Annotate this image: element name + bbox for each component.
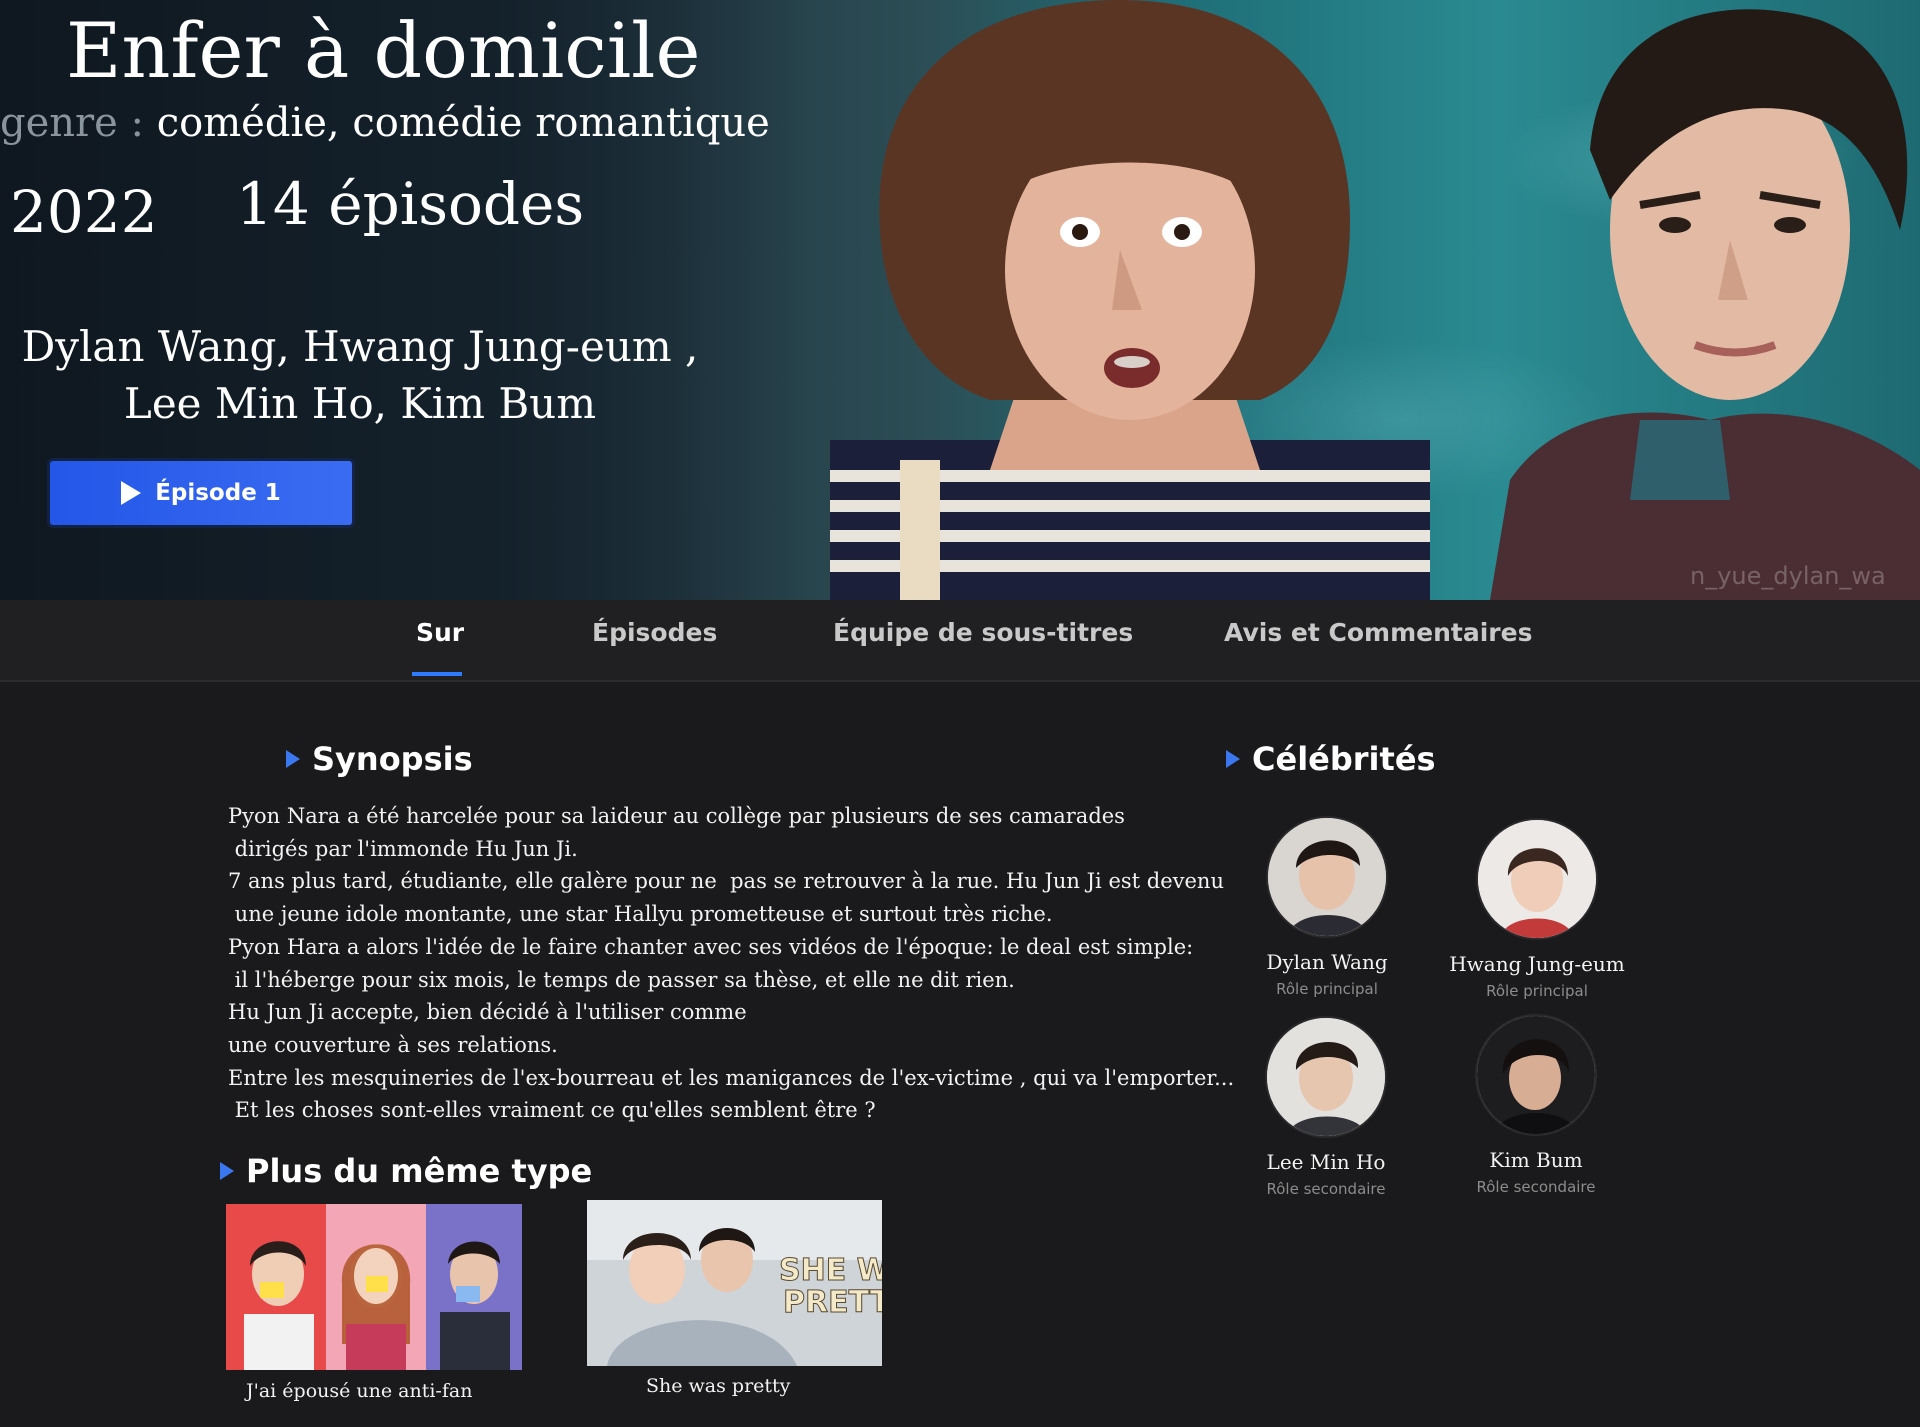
celebrity-name: Dylan Wang [1266,950,1388,974]
cast-line-1: Dylan Wang, Hwang Jung-eum , [21,322,699,371]
celebrity-card[interactable]: Kim Bum Rôle secondaire [1436,1014,1636,1196]
celebrity-name: Lee Min Ho [1266,1150,1386,1174]
celebrity-avatar[interactable] [1476,818,1598,940]
tab-episodes[interactable]: Épisodes [592,618,717,647]
synopsis-line: il l'héberge pour six mois, le temps de … [228,967,1015,992]
celebrity-card[interactable]: Lee Min Ho Rôle secondaire [1226,1016,1426,1198]
cast-line-2: Lee Min Ho, Kim Bum [123,379,597,428]
show-genre: genre : comédie, comédie romantique [0,100,770,146]
synopsis-text: Pyon Nara a été harcelée pour sa laideur… [228,800,1235,1127]
genre-value: comédie, comédie romantique [156,100,770,146]
synopsis-line: 7 ans plus tard, étudiante, elle galère … [228,869,1224,894]
celebrity-card[interactable]: Hwang Jung-eum Rôle principal [1437,818,1637,1000]
show-title: Enfer à domicile [66,6,701,95]
celebrity-role: Rôle principal [1486,982,1588,1000]
triangle-bullet-icon [1226,750,1240,768]
play-episode-button[interactable]: Épisode 1 [50,461,352,525]
she-was-pretty-poster-text-1: SHE WAS [779,1253,882,1288]
celebrity-role: Rôle secondaire [1476,1178,1596,1196]
similar-show-thumbnail[interactable] [226,1204,522,1370]
similar-heading-text: Plus du même type [246,1152,593,1190]
celebrity-avatar[interactable] [1266,816,1388,938]
synopsis-line: Pyon Hara a alors l'idée de le faire cha… [228,934,1194,959]
genre-label: genre : [0,100,145,146]
synopsis-line: une jeune idole montante, une star Hally… [228,902,1053,927]
show-episode-count: 14 épisodes [236,170,585,238]
synopsis-line: Hu Jun Ji accepte, bien décidé à l'utili… [228,1000,747,1025]
celebrities-heading: Célébrités [1226,740,1436,778]
hero-watermark: n_yue_dylan_wa [1690,562,1886,590]
play-episode-label: Épisode 1 [155,480,281,506]
play-icon [121,481,142,505]
tab-reviews[interactable]: Avis et Commentaires [1224,618,1532,647]
she-was-pretty-poster: SHE WAS PRETTY [587,1200,882,1366]
synopsis-heading-text: Synopsis [312,740,473,778]
active-tab-indicator [412,672,462,676]
tab-subtitle-team[interactable]: Équipe de sous-titres [833,618,1133,647]
synopsis-heading: Synopsis [286,740,473,778]
hero-actor-image [1490,9,1920,600]
similar-show-title[interactable]: She was pretty [646,1375,790,1397]
celebrity-card[interactable]: Dylan Wang Rôle principal [1227,816,1427,998]
show-cast: Dylan Wang, Hwang Jung-eum , Lee Min Ho,… [20,318,700,432]
celebrity-name: Kim Bum [1489,1148,1583,1172]
synopsis-line: Et les choses sont-elles vraiment ce qu'… [228,1098,876,1123]
triangle-bullet-icon [220,1162,234,1180]
similar-show-thumbnail[interactable]: SHE WAS PRETTY [587,1200,882,1366]
celebrity-role: Rôle secondaire [1266,1180,1386,1198]
similar-heading: Plus du même type [220,1152,592,1190]
tab-about[interactable]: Sur [416,618,464,647]
celebrity-avatar[interactable] [1475,1014,1597,1136]
celebrity-name: Hwang Jung-eum [1449,952,1625,976]
celebrity-role: Rôle principal [1276,980,1378,998]
tab-bar: Sur Épisodes Équipe de sous-titres Avis … [0,600,1920,682]
anti-fan-poster [226,1204,522,1370]
show-year: 2022 [10,178,158,246]
celebrity-avatar[interactable] [1265,1016,1387,1138]
she-was-pretty-poster-text-2: PRETTY [783,1285,882,1320]
synopsis-line: Entre les mesquineries de l'ex-bourreau … [228,1065,1235,1090]
hero-banner: Enfer à domicile genre : comédie, comédi… [0,0,1920,600]
synopsis-line: dirigés par l'immonde Hu Jun Ji. [228,836,578,861]
celebrities-heading-text: Célébrités [1252,740,1436,778]
triangle-bullet-icon [286,750,300,768]
similar-show-title[interactable]: J'ai épousé une anti-fan [246,1380,472,1402]
synopsis-line: Pyon Nara a été harcelée pour sa laideur… [228,804,1125,828]
synopsis-line: une couverture à ses relations. [228,1032,558,1057]
hero-actress-image [830,0,1430,600]
